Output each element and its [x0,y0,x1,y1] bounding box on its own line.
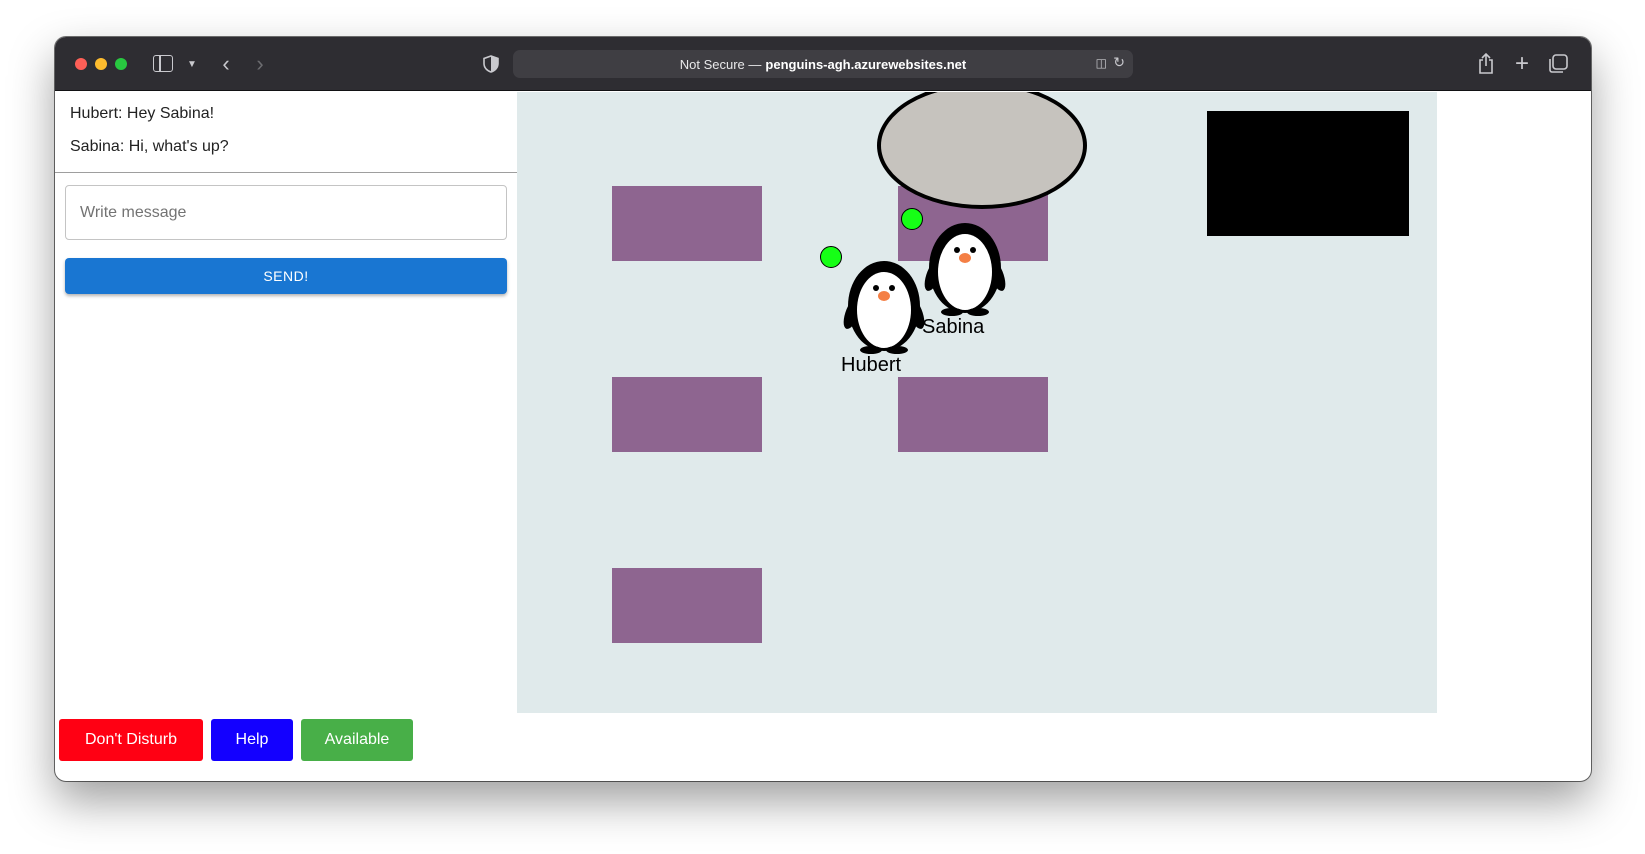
desk [612,186,762,261]
send-button[interactable]: SEND! [65,258,507,294]
player-name-label: Sabina [922,316,985,338]
close-window-button[interactable] [75,58,87,70]
help-button[interactable]: Help [211,719,293,761]
chevron-down-icon[interactable]: ▼ [185,55,199,73]
desk [898,377,1048,452]
sidebar-toggle-icon[interactable] [153,55,173,72]
available-button[interactable]: Available [301,719,413,761]
back-arrow-icon[interactable]: ‹ [215,51,237,77]
privacy-shield-icon[interactable] [480,51,502,77]
message-input[interactable] [65,185,507,240]
desk [612,568,762,643]
address-host: penguins-agh.azurewebsites.net [765,56,967,72]
share-icon[interactable] [1475,50,1497,78]
dont-disturb-button[interactable]: Don't Disturb [59,719,203,761]
zoom-window-button[interactable] [115,58,127,70]
chat-message-list: Hubert: Hey Sabina! Sabina: Hi, what's u… [55,92,517,173]
player-name-label: Hubert [841,354,902,376]
sabina-penguin-avatar[interactable] [920,220,1010,318]
browser-window: ▼ ‹ › Not Secure — penguins-agh.azureweb… [55,37,1591,781]
tab-overview-icon[interactable] [1547,50,1569,78]
hubert-penguin-avatar[interactable] [839,258,929,356]
minimize-window-button[interactable] [95,58,107,70]
chat-message: Hubert: Hey Sabina! [70,105,215,122]
forward-arrow-icon[interactable]: › [249,51,271,77]
reload-icon[interactable]: ↻ [1113,54,1125,71]
office-map[interactable]: Sabina Hubert [517,92,1437,713]
chat-message: Sabina: Hi, what's up? [70,138,229,155]
new-tab-icon[interactable]: + [1511,50,1533,78]
blackboard [1207,111,1409,236]
desk [612,377,762,452]
translate-icon[interactable]: ◫ [1096,56,1107,70]
address-security-label: Not Secure — [679,56,762,72]
browser-toolbar: ▼ ‹ › Not Secure — penguins-agh.azureweb… [55,37,1591,91]
address-bar[interactable]: Not Secure — penguins-agh.azurewebsites.… [513,50,1133,78]
